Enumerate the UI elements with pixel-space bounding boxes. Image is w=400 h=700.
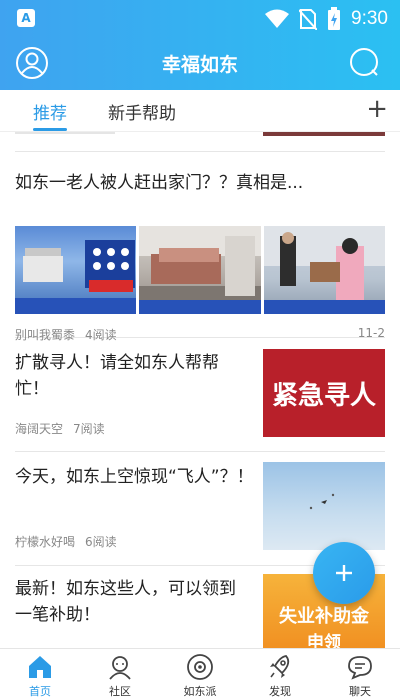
nav-label: 首页 <box>29 685 51 698</box>
feed-item[interactable]: 如东一老人被人赶出家门？？真相是... 别叫我蜀黍 4阅读 11-2 <box>15 152 385 342</box>
news-image <box>15 226 137 314</box>
item-headline: 扩散寻人！请全如东人帮帮忙！ <box>15 353 219 399</box>
thumbnail-text-line2: 申领 <box>307 632 341 649</box>
no-sim-icon <box>299 9 318 30</box>
category-tabs: 推荐 新手帮助 + <box>0 90 400 132</box>
item-headline: 最新！如东这些人，可以领到一笔补助！ <box>15 579 236 625</box>
item-meta: 海阔天空 7阅读 <box>15 420 105 437</box>
app-header: 幸福如东 <box>0 36 400 90</box>
page-title: 幸福如东 <box>161 54 238 76</box>
item-thumbnail <box>263 462 385 550</box>
item-headline: 如东一老人被人赶出家门？？真相是... <box>15 173 304 193</box>
top-bar: A 9:30 幸福如东 <box>0 0 400 90</box>
tab-recommend[interactable]: 推荐 <box>33 99 67 124</box>
status-time: 9:30 <box>351 8 388 29</box>
nav-label: 如东派 <box>183 685 217 698</box>
thumbnail-text-line1: 失业补助金 <box>279 605 369 627</box>
feed-item[interactable]: 扩散寻人！请全如东人帮帮忙！ 海阔天空 7阅读 紧急寻人 <box>15 338 385 452</box>
item-meta: 柠檬水好喝 6阅读 <box>15 533 117 550</box>
clipped-text <box>15 132 115 134</box>
thumbnail-text: 紧急寻人 <box>271 380 376 411</box>
item-reads: 7阅读 <box>73 422 105 436</box>
clipped-thumbnail <box>263 132 385 136</box>
item-author: 海阔天空 <box>15 422 64 436</box>
rocket-icon <box>270 655 290 678</box>
tab-newbie-help[interactable]: 新手帮助 <box>108 99 176 124</box>
nav-chat[interactable]: 聊天 <box>320 651 400 700</box>
status-bar: A 9:30 <box>0 0 400 36</box>
item-reads: 6阅读 <box>85 535 117 549</box>
nav-label: 发现 <box>269 685 291 698</box>
news-image <box>263 226 385 314</box>
item-thumbnail: 紧急寻人 <box>263 349 385 437</box>
clipped-previous-item <box>15 132 385 152</box>
item-author: 柠檬水好喝 <box>15 535 76 549</box>
image-strip <box>15 226 385 314</box>
plus-icon <box>336 565 352 581</box>
wifi-icon <box>265 9 290 28</box>
nav-home[interactable]: 首页 <box>0 651 80 700</box>
item-headline: 今天，如东上空惊现“飞人”？！ <box>15 467 254 487</box>
news-image <box>139 226 261 314</box>
nav-community[interactable]: 社区 <box>80 651 160 700</box>
nav-label: 聊天 <box>349 685 371 698</box>
nav-label: 社区 <box>109 685 131 698</box>
community-icon <box>109 656 131 680</box>
create-post-button[interactable] <box>313 542 375 604</box>
add-tab-button[interactable]: + <box>366 94 388 124</box>
nav-rudong-pai[interactable]: 如东派 <box>160 651 240 700</box>
eye-icon <box>187 654 213 680</box>
battery-charging-icon <box>328 7 341 30</box>
app-notification-icon: A <box>17 9 35 27</box>
search-button[interactable] <box>348 46 380 78</box>
search-icon <box>350 48 378 76</box>
nav-discover[interactable]: 发现 <box>240 651 320 700</box>
home-icon <box>29 656 51 678</box>
active-tab-indicator <box>33 128 67 131</box>
bottom-navigation: 首页 社区 如东派 发现 聊天 <box>0 648 400 700</box>
chat-icon <box>348 656 372 680</box>
